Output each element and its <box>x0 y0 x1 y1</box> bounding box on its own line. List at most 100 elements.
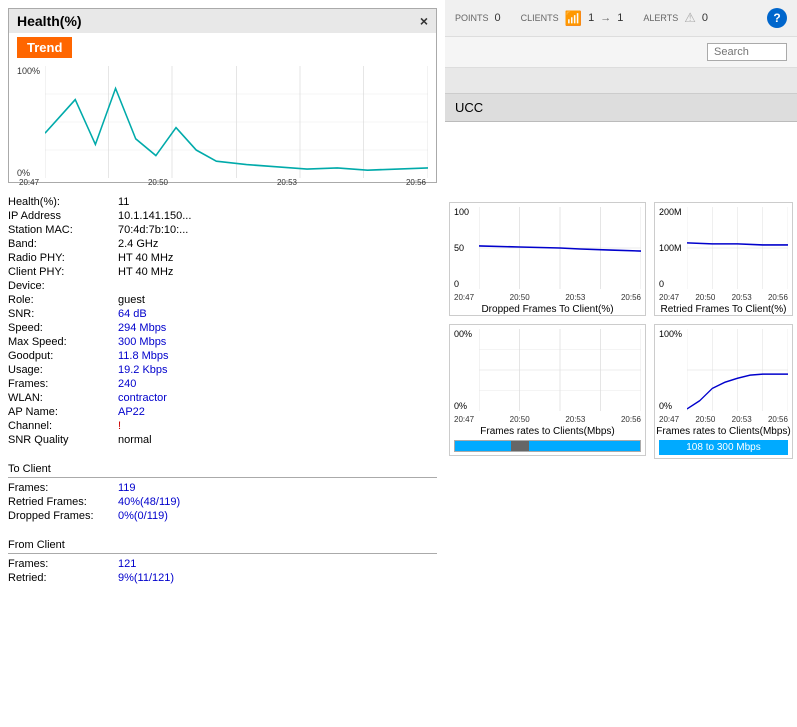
from-client-frames-label: Frames: <box>8 558 118 570</box>
close-button[interactable]: × <box>420 13 428 29</box>
main-layout: Health(%) × Trend 100% 0% <box>0 0 797 727</box>
goodput-label: Goodput: <box>8 350 118 362</box>
clients-value2: 1 <box>617 12 623 24</box>
channel-value: ! <box>118 420 121 432</box>
dropped-chart-title: Dropped Frames To Client(%) <box>450 304 645 315</box>
chart-y-min: 0% <box>17 168 43 178</box>
clients-label: CLIENTS <box>521 13 559 23</box>
search-input[interactable] <box>707 43 787 61</box>
snr-row: SNR: 64 dB <box>8 307 437 321</box>
max-speed-label: Max Speed: <box>8 336 118 348</box>
frames-label: Frames: <box>8 378 118 390</box>
snr-quality-row: SNR Quality normal <box>8 433 437 447</box>
role-label: Role: <box>8 294 118 306</box>
to-client-title: To Client <box>8 463 437 478</box>
role-row: Role: guest <box>8 293 437 307</box>
ip-value: 10.1.141.150... <box>118 210 191 222</box>
dropped-y-min: 0 <box>454 279 479 289</box>
ap-name-row: AP Name: AP22 <box>8 405 437 419</box>
to-client-dropped-value: 0%(0/119) <box>118 510 168 522</box>
max-speed-row: Max Speed: 300 Mbps <box>8 335 437 349</box>
client-phy-row: Client PHY: HT 40 MHz <box>8 265 437 279</box>
snr-quality-label: SNR Quality <box>8 434 118 446</box>
alerts-group: ALERTS ⚠ 0 <box>643 10 708 26</box>
to-client-retried-label: Retried Frames: <box>8 496 118 508</box>
retried-y-100m: 100M <box>659 243 687 253</box>
frame-y-max: 00% <box>454 329 479 339</box>
filter-bar <box>445 68 797 94</box>
snr-quality-value: normal <box>118 434 152 446</box>
frames-rates-title-right: Frames rates to Clients(Mbps) <box>655 426 792 437</box>
health-widget: Health(%) × Trend 100% 0% <box>8 8 437 183</box>
mac-value: 70:4d:7b:10:... <box>118 224 188 236</box>
band-value: 2.4 GHz <box>118 238 158 250</box>
to-client-section: To Client Frames: 119 Retried Frames: 40… <box>0 459 445 527</box>
health-widget-header: Health(%) × <box>9 9 436 33</box>
dropped-y-max: 100 <box>454 207 479 217</box>
frames-rates-chart-right: 100% 0% 20:47 <box>654 324 793 459</box>
ap-name-value: AP22 <box>118 406 145 418</box>
frame-right-time-4: 20:56 <box>768 415 788 424</box>
snr-label: SNR: <box>8 308 118 320</box>
frame-time-2: 20:50 <box>510 415 530 424</box>
usage-value: 19.2 Kbps <box>118 364 168 376</box>
info-table: Health(%): 11 IP Address 10.1.141.150...… <box>0 191 445 451</box>
health-label: Health(%): <box>8 196 118 208</box>
wlan-label: WLAN: <box>8 392 118 404</box>
health-value: 11 <box>118 196 129 208</box>
trend-label-container: Trend <box>9 33 436 62</box>
arrow-icon: → <box>600 12 611 24</box>
trend-time-3: 20:53 <box>277 178 297 187</box>
snr-value: 64 dB <box>118 308 147 320</box>
left-panel: Health(%) × Trend 100% 0% <box>0 0 445 727</box>
trend-time-2: 20:50 <box>148 178 168 187</box>
radio-phy-row: Radio PHY: HT 40 MHz <box>8 251 437 265</box>
radio-phy-label: Radio PHY: <box>8 252 118 264</box>
from-client-retried-row: Retried: 9%(11/121) <box>8 571 437 585</box>
from-client-title: From Client <box>8 539 437 554</box>
from-client-frames-value: 121 <box>118 558 136 570</box>
clients-group: CLIENTS 📶 1 → 1 <box>521 10 624 27</box>
trend-chart: 100% 0% <box>9 62 436 182</box>
health-row: Health(%): 11 <box>8 195 437 209</box>
clients-value1: 1 <box>588 12 594 24</box>
to-client-retried-row: Retried Frames: 40%(48/119) <box>8 495 437 509</box>
trend-chart-svg <box>45 66 428 178</box>
ucc-label: UCC <box>455 100 483 115</box>
to-client-frames-row: Frames: 119 <box>8 481 437 495</box>
help-button[interactable]: ? <box>767 8 787 28</box>
middle-charts: 100 50 0 <box>445 198 650 727</box>
frame-time-1: 20:47 <box>454 415 474 424</box>
retried-chart-title: Retried Frames To Client(%) <box>655 304 792 315</box>
frame-time-3: 20:53 <box>565 415 585 424</box>
role-value: guest <box>118 294 145 306</box>
usage-row: Usage: 19.2 Kbps <box>8 363 437 377</box>
retried-chart-svg <box>687 207 788 289</box>
dropped-time-3: 20:53 <box>565 293 585 302</box>
ap-name-label: AP Name: <box>8 406 118 418</box>
trend-time-4: 20:56 <box>406 178 426 187</box>
alert-icon: ⚠ <box>684 10 696 26</box>
color-bar-label: 108 to 300 Mbps <box>659 440 788 455</box>
frame-right-time-1: 20:47 <box>659 415 679 424</box>
color-segment-gray <box>511 441 530 451</box>
top-bar: POINTS 0 CLIENTS 📶 1 → 1 ALERTS ⚠ 0 ? <box>445 0 797 37</box>
frames-row: Frames: 240 <box>8 377 437 391</box>
dropped-time-2: 20:50 <box>510 293 530 302</box>
frame-right-y-max: 100% <box>659 329 687 339</box>
points-value: 0 <box>495 12 501 24</box>
frame-y-min: 0% <box>454 401 479 411</box>
health-widget-title: Health(%) <box>17 13 82 29</box>
speed-label: Speed: <box>8 322 118 334</box>
from-client-section: From Client Frames: 121 Retried: 9%(11/1… <box>0 535 445 589</box>
retried-time-4: 20:56 <box>768 293 788 302</box>
from-client-frames-row: Frames: 121 <box>8 557 437 571</box>
usage-label: Usage: <box>8 364 118 376</box>
retried-y-min: 0 <box>659 279 687 289</box>
ip-label: IP Address <box>8 210 118 222</box>
frame-time-4: 20:56 <box>621 415 641 424</box>
frame-rates-time-labels-right: 20:47 20:50 20:53 20:56 <box>655 415 792 424</box>
to-client-dropped-label: Dropped Frames: <box>8 510 118 522</box>
band-row: Band: 2.4 GHz <box>8 237 437 251</box>
mac-row: Station MAC: 70:4d:7b:10:... <box>8 223 437 237</box>
